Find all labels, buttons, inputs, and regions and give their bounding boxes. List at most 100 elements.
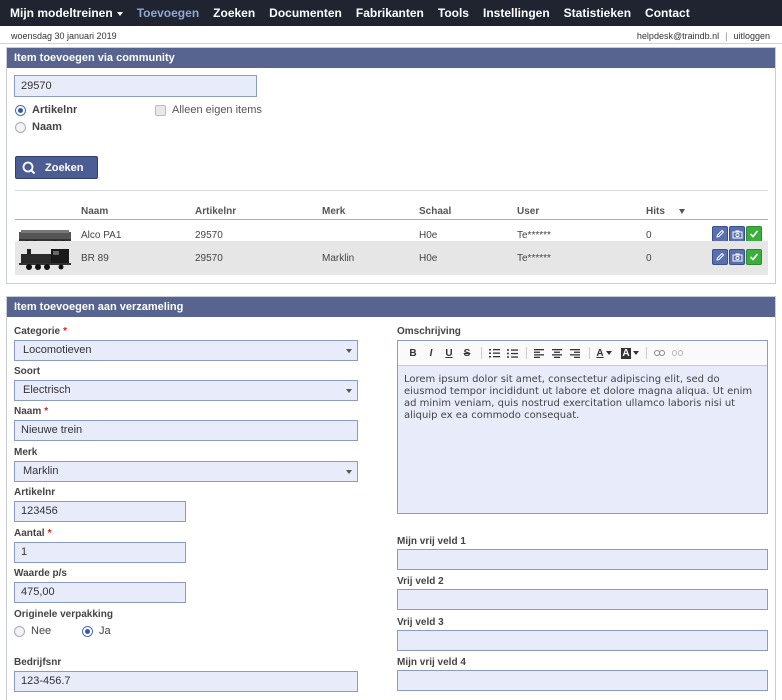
nav-zoeken[interactable]: Zoeken xyxy=(213,6,255,20)
col-user[interactable]: User xyxy=(517,206,539,217)
table-row[interactable]: BR 89 29570 Marklin H0e Te****** 0 xyxy=(15,241,768,275)
link-icon xyxy=(653,350,665,356)
col-artikelnr[interactable]: Artikelnr xyxy=(195,206,236,217)
photo-button[interactable] xyxy=(729,249,745,265)
ordered-list-icon xyxy=(488,349,500,358)
editor-toolbar: B I U S A A xyxy=(398,341,767,366)
nav-contact[interactable]: Contact xyxy=(645,6,690,20)
align-left-icon xyxy=(534,348,544,358)
nav-documenten[interactable]: Documenten xyxy=(269,6,342,20)
radio-selected-icon xyxy=(15,104,26,116)
align-center-button[interactable] xyxy=(549,345,565,361)
aantal-label: Aantal * xyxy=(14,528,51,539)
categorie-label: Categorie * xyxy=(14,326,67,337)
checkmark-icon xyxy=(749,230,759,238)
sort-desc-icon[interactable] xyxy=(679,209,685,214)
col-hits[interactable]: Hits xyxy=(646,206,665,217)
vrij1-label: Mijn vrij veld 1 xyxy=(397,536,466,547)
col-naam[interactable]: Naam xyxy=(81,206,108,217)
unlink-button[interactable] xyxy=(669,345,685,361)
aantal-label-text: Aantal xyxy=(14,528,45,539)
naam-label-text: Naam xyxy=(14,406,42,417)
align-right-button[interactable] xyxy=(567,345,583,361)
top-navigation: Mijn modeltreinen Toevoegen Zoeken Docum… xyxy=(0,0,782,26)
bullet-list-button[interactable] xyxy=(504,345,520,361)
unlink-icon xyxy=(671,350,683,356)
search-button[interactable]: Zoeken xyxy=(15,156,98,179)
nav-mijn-modeltreinen[interactable]: Mijn modeltreinen xyxy=(10,6,123,20)
italic-button[interactable]: I xyxy=(423,345,439,361)
confirm-button[interactable] xyxy=(746,226,762,242)
bedrijfsnr-input[interactable]: 123-456.7 xyxy=(14,671,358,692)
radio-artikelnr-label: Artikelnr xyxy=(32,104,78,116)
merk-value: Marklin xyxy=(23,465,59,477)
font-color-button[interactable]: A xyxy=(594,345,614,361)
merk-label: Merk xyxy=(14,447,38,458)
radio-verpakking-ja[interactable]: Ja xyxy=(82,625,111,637)
merk-select[interactable]: Marklin xyxy=(14,461,358,482)
ordered-list-button[interactable] xyxy=(486,345,502,361)
artikelnr-input[interactable]: 123456 xyxy=(14,501,186,522)
cell-hits: 0 xyxy=(646,253,652,264)
nav-toevoegen[interactable]: Toevoegen xyxy=(137,6,199,20)
pencil-icon xyxy=(716,229,725,238)
toolbar-divider xyxy=(481,347,482,359)
cell-schaal: H0e xyxy=(419,230,438,241)
nav-tools[interactable]: Tools xyxy=(438,6,469,20)
naam-input[interactable]: Nieuwe trein xyxy=(14,420,358,441)
edit-button[interactable] xyxy=(712,249,728,265)
radio-unselected-icon xyxy=(14,625,25,637)
radio-naam[interactable]: Naam xyxy=(15,121,62,133)
link-button[interactable] xyxy=(651,345,667,361)
cell-naam: Alco PA1 xyxy=(81,230,122,241)
font-color-icon: A xyxy=(596,347,604,359)
bg-color-button[interactable]: A xyxy=(620,345,640,361)
radio-artikelnr[interactable]: Artikelnr xyxy=(15,104,77,116)
categorie-select[interactable]: Locomotieven xyxy=(14,340,358,361)
helpdesk-email-link[interactable]: helpdesk@traindb.nl xyxy=(637,31,719,41)
own-items-label: Alleen eigen items xyxy=(172,104,262,116)
nav-statistieken[interactable]: Statistieken xyxy=(564,6,631,20)
aantal-input[interactable]: 1 xyxy=(14,542,186,563)
vrij4-input[interactable] xyxy=(397,670,768,691)
soort-label: Soort xyxy=(14,366,41,377)
chevron-down-icon xyxy=(116,11,123,16)
col-schaal[interactable]: Schaal xyxy=(419,206,451,217)
chevron-down-icon xyxy=(346,349,352,353)
bold-button[interactable]: B xyxy=(405,345,421,361)
camera-icon xyxy=(732,230,742,239)
locomotive-thumbnail xyxy=(19,249,71,270)
col-merk[interactable]: Merk xyxy=(322,206,345,217)
edit-button[interactable] xyxy=(712,226,728,242)
divider xyxy=(15,190,768,191)
required-marker: * xyxy=(44,406,49,417)
community-search-input[interactable]: 29570 xyxy=(14,75,257,97)
required-marker: * xyxy=(63,326,68,337)
cell-artikelnr: 29570 xyxy=(195,253,223,264)
vrij2-input[interactable] xyxy=(397,589,768,610)
cell-user: Te****** xyxy=(517,253,551,264)
cell-merk: Marklin xyxy=(322,253,355,264)
omschrijving-textarea[interactable]: Lorem ipsum dolor sit amet, consectetur … xyxy=(398,366,767,513)
camera-icon xyxy=(732,253,742,262)
strikethrough-button[interactable]: S xyxy=(459,345,475,361)
toolbar-divider xyxy=(526,347,527,359)
align-left-button[interactable] xyxy=(531,345,547,361)
radio-nee-label: Nee xyxy=(31,625,52,637)
collection-panel-title: Item toevoegen aan verzameling xyxy=(7,297,775,317)
vrij3-input[interactable] xyxy=(397,630,768,651)
nav-fabrikanten[interactable]: Fabrikanten xyxy=(356,6,424,20)
underline-button[interactable]: U xyxy=(441,345,457,361)
own-items-checkbox[interactable]: Alleen eigen items xyxy=(155,104,262,116)
radio-verpakking-nee[interactable]: Nee xyxy=(14,625,51,637)
nav-instellingen[interactable]: Instellingen xyxy=(483,6,550,20)
confirm-button[interactable] xyxy=(746,249,762,265)
soort-select[interactable]: Electrisch xyxy=(14,380,358,401)
waarde-input[interactable]: 475,00 xyxy=(14,582,186,603)
vrij1-input[interactable] xyxy=(397,549,768,570)
chevron-down-icon xyxy=(632,351,639,355)
cell-user: Te****** xyxy=(517,230,551,241)
logout-link[interactable]: uitloggen xyxy=(733,31,770,41)
photo-button[interactable] xyxy=(729,226,745,242)
search-button-label: Zoeken xyxy=(45,161,84,174)
